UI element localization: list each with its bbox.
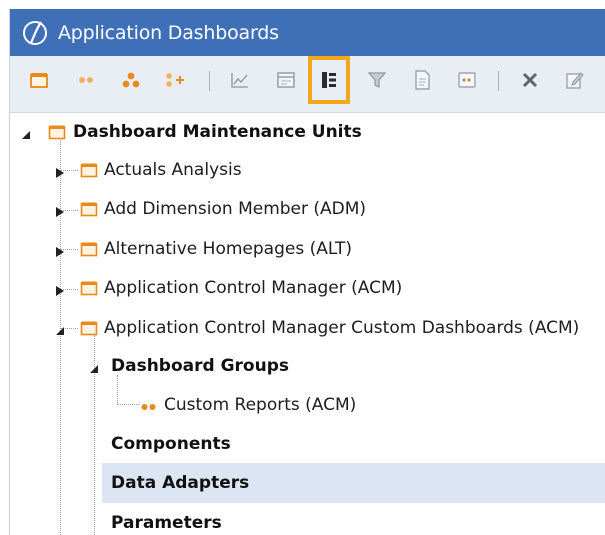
rename-button[interactable] [563,68,587,92]
funnel-icon [367,71,387,89]
app-logo-icon [18,16,52,50]
tree-node-custom-reports[interactable]: Custom Reports (ACM) [10,386,605,424]
toolbar-separator [498,71,499,91]
three-dots-icon [121,71,141,89]
expand-arrow-icon[interactable] [54,282,66,296]
tree-node-label: Actuals Analysis [104,160,242,180]
dots-plus-icon [164,71,186,89]
new-filter-button[interactable] [365,68,389,92]
new-group-button[interactable] [74,68,98,92]
collapse-arrow-icon[interactable] [88,360,100,373]
chart-icon [230,71,250,89]
calendar-folder-icon [80,280,98,296]
x-icon [521,71,539,89]
tree-node-label: Add Dimension Member (ADM) [104,199,367,219]
tree-node-unit[interactable]: Alternative Homepages (ALT) [10,230,605,268]
tree-node-root[interactable]: Dashboard Maintenance Units [10,113,605,151]
tree-node-label: Dashboard Groups [111,356,290,376]
new-profile-button[interactable] [119,68,143,92]
tree-node-unit[interactable]: Application Control Manager (ACM) [10,269,605,307]
calendar-folder-icon [80,320,98,336]
tree-node-label: Application Control Manager (ACM) [104,278,403,298]
tree-node-label: Alternative Homepages (ALT) [104,239,353,259]
add-group-button[interactable] [163,68,187,92]
highlight-box [308,56,350,104]
calendar-folder-icon [48,124,66,140]
delete-button[interactable] [518,68,542,92]
calendar-folder-icon [80,162,98,178]
tree-node-components[interactable]: Components [10,425,605,463]
calendar-folder-icon [80,241,98,257]
new-chart-button[interactable] [228,68,252,92]
tree-node-label: Custom Reports (ACM) [164,395,357,415]
calendar-folder-icon [29,71,49,89]
new-parameter-button[interactable] [455,68,479,92]
tree-node-label: Data Adapters [111,473,250,493]
tree-node-unit[interactable]: Actuals Analysis [10,151,605,189]
group-dots-icon [140,398,158,414]
expand-arrow-icon[interactable] [54,203,66,217]
window-title: Application Dashboards [58,21,279,44]
toolbar [10,56,605,113]
calendar-folder-icon [80,201,98,217]
tree-node-label: Components [111,434,231,454]
application-dashboards-window: Application Dashboards Dashboard Mainten… [9,9,605,535]
collapse-arrow-icon[interactable] [54,322,66,335]
tree-node-label: Dashboard Maintenance Units [73,122,362,142]
parameter-icon [457,71,477,89]
title-bar: Application Dashboards [10,9,605,56]
tree-node-unit[interactable]: Application Control Manager Custom Dashb… [10,309,605,347]
collapse-arrow-icon[interactable] [20,126,32,139]
tree-node-data-adapters[interactable]: Data Adapters [102,463,605,503]
tree-node-parameters[interactable]: Parameters [10,504,605,535]
toolbar-separator [209,71,210,91]
new-dashboard-button[interactable] [274,68,298,92]
expand-arrow-icon[interactable] [54,164,66,178]
tree-node-dashboard-groups[interactable]: Dashboard Groups [10,347,605,385]
tree-node-label: Parameters [111,513,222,533]
maintenance-unit-tree: Dashboard Maintenance Units Actuals Anal… [10,113,605,535]
window-icon [276,71,296,89]
two-dots-icon [76,74,96,86]
tree-node-label: Application Control Manager Custom Dashb… [104,318,580,338]
expand-arrow-icon[interactable] [54,243,66,257]
tree-node-unit[interactable]: Add Dimension Member (ADM) [10,190,605,228]
new-maintenance-unit-button[interactable] [27,68,51,92]
edit-icon [565,70,585,90]
document-icon [413,70,431,90]
new-file-button[interactable] [410,68,434,92]
